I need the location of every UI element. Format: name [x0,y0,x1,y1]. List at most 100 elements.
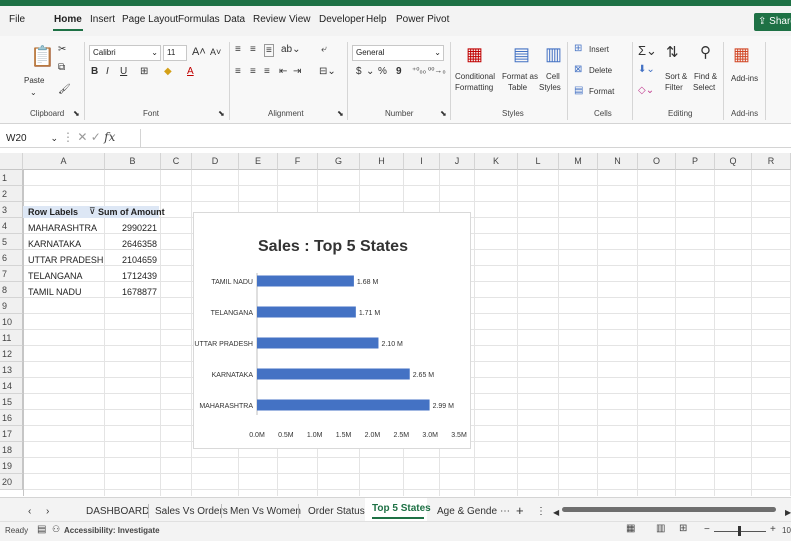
sort-filter-label-2[interactable]: Filter [665,83,683,92]
column-header-e[interactable]: E [239,153,278,170]
number-launcher-icon[interactable]: ⬊ [440,109,447,118]
tab-page-layout[interactable]: Page Layout [122,14,178,25]
align-left-icon[interactable]: ≡ [235,66,241,77]
paste-icon[interactable]: 📋 [30,44,55,69]
row-header-4[interactable]: 4 [0,218,23,234]
align-right-icon[interactable]: ≡ [264,66,270,77]
insert-cells-label[interactable]: Insert [589,45,609,54]
share-button[interactable]: ⇪ Share [754,13,791,31]
row-header-6[interactable]: 6 [0,250,23,266]
zoom-in-icon[interactable]: + [770,524,776,535]
column-header-j[interactable]: J [440,153,475,170]
pivot-row-label[interactable]: UTTAR PRADESH [28,255,103,266]
tab-insert[interactable]: Insert [90,14,115,25]
column-header-f[interactable]: F [278,153,318,170]
fill-icon[interactable]: ⬇⌄ [638,64,655,75]
hscroll-left-icon[interactable]: ◀ [553,508,559,517]
decrease-indent-icon[interactable]: ⇤ [279,66,287,77]
more-tabs-icon[interactable]: ⋯ [500,506,510,517]
row-header-12[interactable]: 12 [0,346,23,362]
column-header-k[interactable]: K [475,153,518,170]
paste-dropdown-icon[interactable]: ⌄ [30,88,37,97]
row-header-17[interactable]: 17 [0,426,23,442]
add-ins-icon[interactable]: ▦ [733,44,750,65]
decrease-decimal-icon[interactable]: ⁰⁰→₀ [428,66,446,75]
column-header-i[interactable]: I [404,153,440,170]
align-bottom-icon[interactable]: ≡ [264,44,274,57]
column-header-r[interactable]: R [752,153,791,170]
merge-center-icon[interactable]: ⊟⌄ [319,66,336,77]
column-header-b[interactable]: B [105,153,161,170]
row-header-5[interactable]: 5 [0,234,23,250]
row-header-7[interactable]: 7 [0,266,23,282]
column-header-d[interactable]: D [192,153,239,170]
column-header-g[interactable]: G [318,153,360,170]
row-header-20[interactable]: 20 [0,474,23,490]
row-header-15[interactable]: 15 [0,394,23,410]
sheet-tab-men-vs-women[interactable]: Men Vs Women [230,506,301,517]
scroll-left-icon[interactable]: ‹ [28,506,31,517]
align-center-icon[interactable]: ≡ [250,66,256,77]
cell-styles-label-2[interactable]: Styles [539,83,561,92]
column-header-h[interactable]: H [360,153,404,170]
row-header-1[interactable]: 1 [0,170,23,186]
pivot-row-labels-header[interactable]: Row Labels [28,207,78,218]
increase-font-icon[interactable]: A˄ [192,46,206,58]
bar-chart[interactable]: Sales : Top 5 States TAMIL NADU 1.68 M TEL… [193,212,471,449]
format-as-table-label-2[interactable]: Table [508,83,527,92]
horizontal-scrollbar[interactable] [562,507,776,512]
row-header-14[interactable]: 14 [0,378,23,394]
tab-help[interactable]: Help [366,14,387,25]
font-launcher-icon[interactable]: ⬊ [218,109,225,118]
number-format-select[interactable]: General ⌄ [352,45,444,61]
find-select-label-2[interactable]: Select [693,83,715,92]
sheet-tab-age-gender[interactable]: Age & Gende [437,506,497,517]
clear-icon[interactable]: ◇⌄ [638,85,654,96]
sheet-tab-top-5-states[interactable]: Top 5 States [372,503,431,514]
row-header-13[interactable]: 13 [0,362,23,378]
decrease-font-icon[interactable]: A˅ [210,47,221,57]
orientation-icon[interactable]: ab⌄ [281,44,301,55]
align-middle-icon[interactable]: ≡ [250,44,256,55]
currency-button[interactable]: $ [356,66,362,77]
pivot-row-value[interactable]: 2990221 [100,223,157,234]
cell-styles-label-1[interactable]: Cell [546,72,560,81]
column-header-q[interactable]: Q [715,153,752,170]
bar[interactable] [257,337,379,349]
font-color-button[interactable]: A [187,66,194,77]
column-header-a[interactable]: A [23,153,105,170]
insert-function-icon[interactable]: fx [104,130,115,144]
row-header-19[interactable]: 19 [0,458,23,474]
column-header-m[interactable]: M [559,153,598,170]
chevron-down-icon[interactable]: ⌄ [366,66,374,77]
align-top-icon[interactable]: ≡ [235,44,241,55]
font-size-select[interactable]: 11 [163,45,187,61]
enter-icon[interactable]: ✓ [91,130,104,144]
bar[interactable] [257,275,354,287]
bar[interactable] [257,399,430,411]
format-as-table-icon[interactable]: ▤ [513,44,530,65]
delete-cells-icon[interactable]: ⊠ [574,64,582,75]
clipboard-launcher-icon[interactable]: ⬊ [73,109,80,118]
row-header-18[interactable]: 18 [0,442,23,458]
pivot-row-value[interactable]: 2104659 [100,255,157,266]
format-cells-label[interactable]: Format [589,87,614,96]
conditional-formatting-label-1[interactable]: Conditional [455,72,495,81]
sheet-tab-dashboard[interactable]: DASHBOARD [86,506,149,517]
copy-icon[interactable]: ⧉ [58,62,65,73]
tab-home[interactable]: Home [54,14,82,25]
bar[interactable] [257,306,356,318]
sheet-tab-sales-vs-orders[interactable]: Sales Vs Orders [155,506,228,517]
format-painter-icon[interactable]: 🖌 [58,84,71,95]
pivot-row-label[interactable]: KARNATAKA [28,239,81,250]
select-all-corner[interactable] [0,153,23,170]
scroll-right-icon[interactable]: › [46,506,49,517]
pivot-row-value[interactable]: 1712439 [100,271,157,282]
find-select-icon[interactable]: ⚲ [700,43,711,61]
delete-cells-label[interactable]: Delete [589,66,612,75]
row-header-16[interactable]: 16 [0,410,23,426]
sort-filter-label-1[interactable]: Sort & [665,72,687,81]
macro-icon[interactable]: ▤ [37,524,46,535]
column-header-p[interactable]: P [676,153,715,170]
underline-button[interactable]: U [120,66,127,77]
